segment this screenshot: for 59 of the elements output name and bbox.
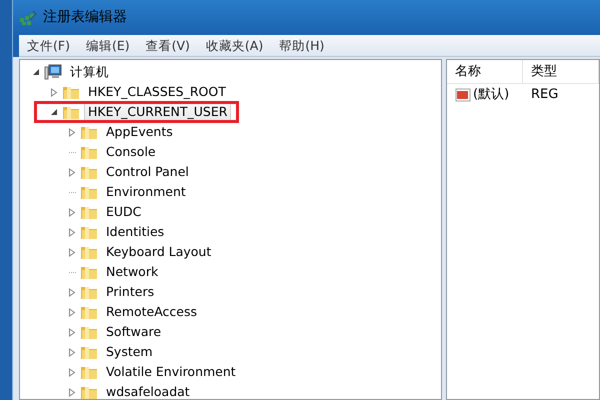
tree-item[interactable]: EUDC — [102, 202, 146, 222]
menu-item[interactable]: 编辑(E) — [78, 36, 138, 56]
expand-arrow-icon[interactable] — [68, 248, 76, 256]
string-value-icon — [455, 87, 471, 103]
column-header[interactable]: 类型 — [523, 60, 599, 83]
tree-item[interactable]: Printers — [102, 282, 158, 302]
expand-arrow-icon[interactable] — [68, 308, 76, 316]
expand-arrow-icon[interactable] — [68, 128, 76, 136]
folder-icon — [62, 104, 80, 120]
tree-item[interactable]: Network — [102, 262, 162, 282]
collapse-arrow-icon[interactable] — [50, 108, 58, 116]
tree-item[interactable]: Environment — [102, 182, 190, 202]
folder-icon — [80, 244, 98, 260]
tree-item[interactable]: AppEvents — [102, 122, 177, 142]
menu-item[interactable]: 文件(F) — [19, 36, 78, 56]
expand-arrow-icon[interactable] — [68, 328, 76, 336]
folder-icon — [62, 84, 80, 100]
folder-icon — [80, 344, 98, 360]
tree-item[interactable]: RemoteAccess — [102, 302, 202, 322]
menu-item[interactable]: 帮助(H) — [271, 36, 332, 56]
expand-arrow-icon[interactable] — [50, 88, 58, 96]
folder-icon — [80, 384, 98, 399]
folder-icon — [80, 284, 98, 300]
folder-icon — [80, 324, 98, 340]
tree-item[interactable]: wdsafeloadat — [102, 382, 194, 399]
folder-icon — [80, 164, 98, 180]
tree-item[interactable]: Software — [102, 322, 166, 342]
folder-icon — [80, 144, 98, 160]
expand-arrow-icon[interactable] — [68, 288, 76, 296]
value-name: (默认) — [473, 86, 510, 104]
folder-icon — [80, 184, 98, 200]
expand-arrow-icon[interactable] — [68, 348, 76, 356]
menu-item[interactable]: 查看(V) — [138, 36, 198, 56]
value-type: REG — [530, 86, 560, 104]
tree-item[interactable]: Control Panel — [102, 162, 193, 182]
tree-item[interactable]: System — [102, 342, 157, 362]
tree-item[interactable]: Keyboard Layout — [102, 242, 216, 262]
menu-item[interactable]: 收藏夹(A) — [198, 36, 272, 56]
folder-icon — [80, 204, 98, 220]
tree-item[interactable]: 计算机 — [66, 62, 113, 82]
window-title: 注册表编辑器 — [43, 8, 127, 27]
expand-arrow-icon[interactable] — [68, 208, 76, 216]
folder-icon — [80, 264, 98, 280]
tree-item[interactable]: HKEY_CLASSES_ROOT — [84, 82, 230, 102]
column-header[interactable]: 名称 — [447, 60, 523, 83]
folder-icon — [80, 124, 98, 140]
registry-icon — [19, 10, 37, 26]
folder-icon — [80, 364, 98, 380]
tree-item[interactable]: Console — [102, 142, 160, 162]
folder-icon — [80, 224, 98, 240]
expand-arrow-icon[interactable] — [68, 388, 76, 396]
tree-item[interactable]: Volatile Environment — [102, 362, 240, 382]
expand-arrow-icon[interactable] — [68, 368, 76, 376]
expand-arrow-icon[interactable] — [68, 228, 76, 236]
computer-icon — [44, 64, 62, 80]
tree-item[interactable]: Identities — [102, 222, 168, 242]
collapse-arrow-icon[interactable] — [32, 68, 40, 76]
expand-arrow-icon[interactable] — [68, 168, 76, 176]
folder-icon — [80, 304, 98, 320]
